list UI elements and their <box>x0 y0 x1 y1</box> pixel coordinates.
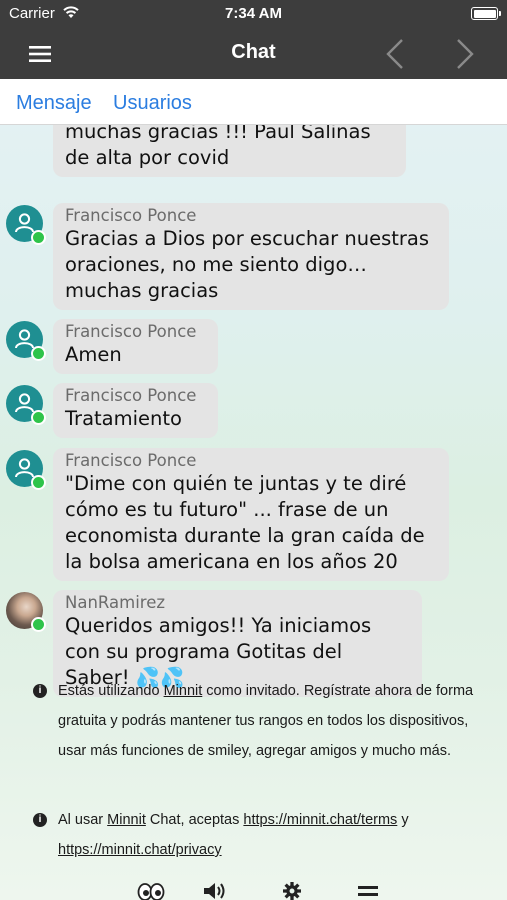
message-text: Gracias a Dios por escuchar nuestras ora… <box>65 227 430 302</box>
chat-tabs: Mensaje Usuarios <box>0 79 507 125</box>
clock: 7:34 AM <box>225 5 282 22</box>
message-bubble: Francisco Ponce Tratamiento <box>53 383 218 438</box>
avatar[interactable] <box>6 592 46 632</box>
terms-notice-text: Chat, aceptas <box>145 812 244 828</box>
terms-notice: i Al usar Minnit Chat, aceptas https://m… <box>33 805 475 865</box>
menu-icon[interactable] <box>356 882 380 900</box>
avatar[interactable] <box>6 321 46 361</box>
chevron-left-icon[interactable] <box>380 36 410 72</box>
online-indicator <box>31 230 46 245</box>
message-text: "Dime con quién te juntas y te diré cómo… <box>65 472 425 573</box>
tab-mensaje[interactable]: Mensaje <box>16 92 92 115</box>
online-indicator <box>31 410 46 425</box>
avatar[interactable] <box>6 450 46 490</box>
online-indicator <box>31 475 46 490</box>
message-text: Tratamiento <box>65 407 182 430</box>
battery-icon <box>471 7 501 20</box>
avatar[interactable] <box>6 205 46 245</box>
gear-icon[interactable] <box>281 882 303 900</box>
message-author[interactable]: Francisco Ponce <box>65 322 206 342</box>
guest-notice-text: Estás utilizando <box>58 683 164 699</box>
status-bar: Carrier 7:34 AM <box>0 0 507 28</box>
info-icon: i <box>33 813 47 827</box>
speaker-icon[interactable] <box>202 882 228 900</box>
message-text: Amen <box>65 343 122 366</box>
terms-notice-text: y <box>397 812 409 828</box>
terms-link[interactable]: https://minnit.chat/terms <box>243 812 397 828</box>
terms-notice-text: Al usar <box>58 812 108 828</box>
page-title: Chat <box>231 41 276 63</box>
chat-toolbar <box>0 878 507 900</box>
info-icon: i <box>33 684 47 698</box>
message-author[interactable]: Francisco Ponce <box>65 451 437 471</box>
tab-usuarios[interactable]: Usuarios <box>113 92 192 115</box>
user-icon <box>15 213 34 233</box>
message-bubble: Francisco Ponce Gracias a Dios por escuc… <box>53 203 449 310</box>
user-icon <box>15 329 34 349</box>
message-bubble: Francisco Ponce Amen <box>53 319 218 374</box>
privacy-link[interactable]: https://minnit.chat/privacy <box>58 842 222 858</box>
minnit-link[interactable]: Minnit <box>164 683 203 699</box>
nav-bar: Chat <box>0 28 507 79</box>
avatar[interactable] <box>6 385 46 425</box>
user-icon <box>15 393 34 413</box>
message-list[interactable]: bien, todos dados de alta muchas gracias… <box>0 79 507 900</box>
eyes-icon[interactable] <box>137 882 165 900</box>
message-author[interactable]: NanRamirez <box>65 593 410 613</box>
guest-notice: i Estás utilizando Minnit como invitado.… <box>33 676 475 766</box>
message-author[interactable]: Francisco Ponce <box>65 206 437 226</box>
chevron-right-icon[interactable] <box>450 36 480 72</box>
message-bubble: Francisco Ponce "Dime con quién te junta… <box>53 448 449 581</box>
minnit-link[interactable]: Minnit <box>107 812 146 828</box>
online-indicator <box>31 617 46 632</box>
online-indicator <box>31 346 46 361</box>
user-icon <box>15 458 34 478</box>
message-author[interactable]: Francisco Ponce <box>65 386 206 406</box>
